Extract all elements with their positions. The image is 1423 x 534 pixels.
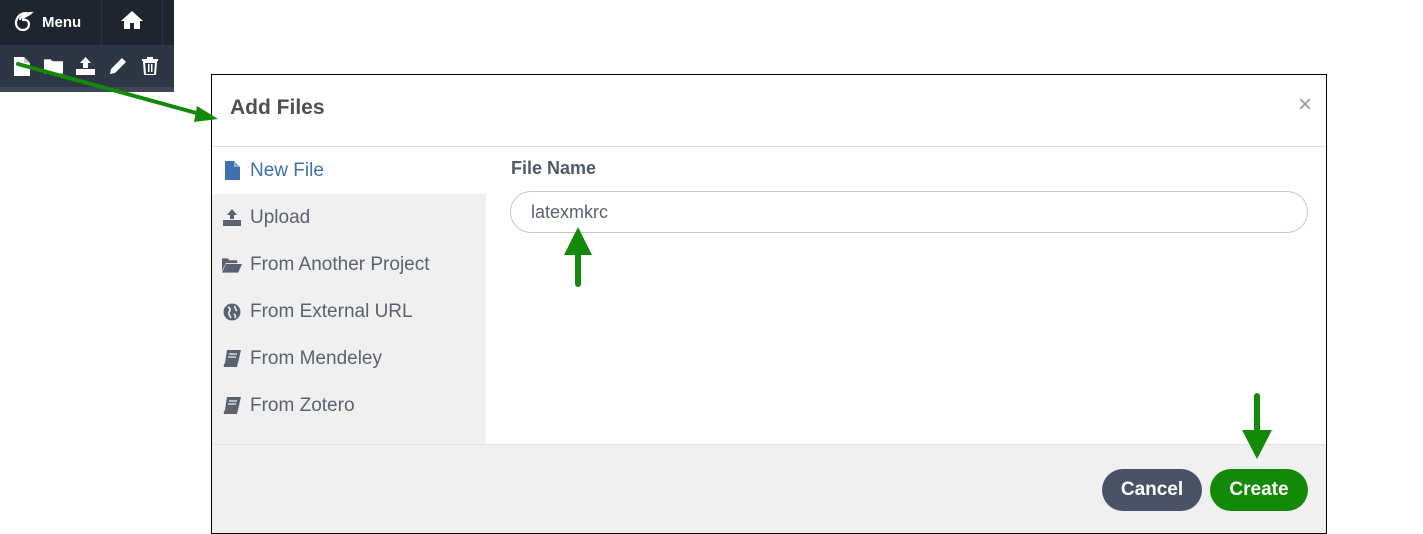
create-button[interactable]: Create <box>1210 469 1308 511</box>
dialog-title: Add Files <box>230 96 325 119</box>
dialog-header: Add Files × <box>212 75 1326 147</box>
cancel-button[interactable]: Cancel <box>1102 469 1202 511</box>
sidebar-item-from-another-project[interactable]: From Another Project <box>212 241 486 288</box>
home-icon <box>120 10 144 35</box>
new-folder-icon[interactable] <box>44 57 63 76</box>
home-button[interactable] <box>102 0 163 45</box>
toolbar-bottom-strip <box>0 87 174 92</box>
book-icon <box>222 349 242 369</box>
file-icon <box>222 161 242 181</box>
dialog-footer: Cancel Create <box>212 444 1326 533</box>
file-name-label: File Name <box>511 158 597 178</box>
sidebar-item-label: New File <box>250 159 324 181</box>
rename-pencil-icon[interactable] <box>108 57 127 76</box>
sidebar-item-from-zotero[interactable]: From Zotero <box>212 382 486 429</box>
book-icon <box>222 396 242 416</box>
folder-open-icon <box>222 255 242 275</box>
sidebar-item-label: From Zotero <box>250 394 355 416</box>
add-files-dialog: Add Files × New File Upload From Another… <box>211 74 1327 534</box>
new-file-icon[interactable] <box>12 56 31 76</box>
sidebar-item-label: From External URL <box>250 300 413 322</box>
sidebar-item-new-file[interactable]: New File <box>212 147 486 194</box>
sidebar-item-label: From Mendeley <box>250 347 382 369</box>
dialog-sidebar: New File Upload From Another Project Fro… <box>212 147 486 444</box>
overleaf-logo-icon <box>12 10 34 36</box>
close-icon[interactable]: × <box>1298 91 1312 119</box>
trash-icon[interactable] <box>140 57 159 76</box>
editor-toolbar: Menu <box>0 0 174 92</box>
sidebar-item-from-external-url[interactable]: From External URL <box>212 288 486 335</box>
menu-button[interactable]: Menu <box>0 0 102 45</box>
sidebar-item-from-mendeley[interactable]: From Mendeley <box>212 335 486 382</box>
sidebar-item-upload[interactable]: Upload <box>212 194 486 241</box>
sidebar-item-label: From Another Project <box>250 253 430 275</box>
new-file-form: File Name <box>486 147 1326 444</box>
toolbar-top-row: Menu <box>0 0 174 45</box>
upload-icon[interactable] <box>76 57 95 76</box>
upload-icon <box>222 208 242 228</box>
menu-label: Menu <box>42 14 82 31</box>
globe-icon <box>222 302 242 322</box>
file-actions-row <box>0 45 174 87</box>
file-name-input[interactable] <box>510 191 1308 233</box>
sidebar-item-label: Upload <box>250 206 311 228</box>
